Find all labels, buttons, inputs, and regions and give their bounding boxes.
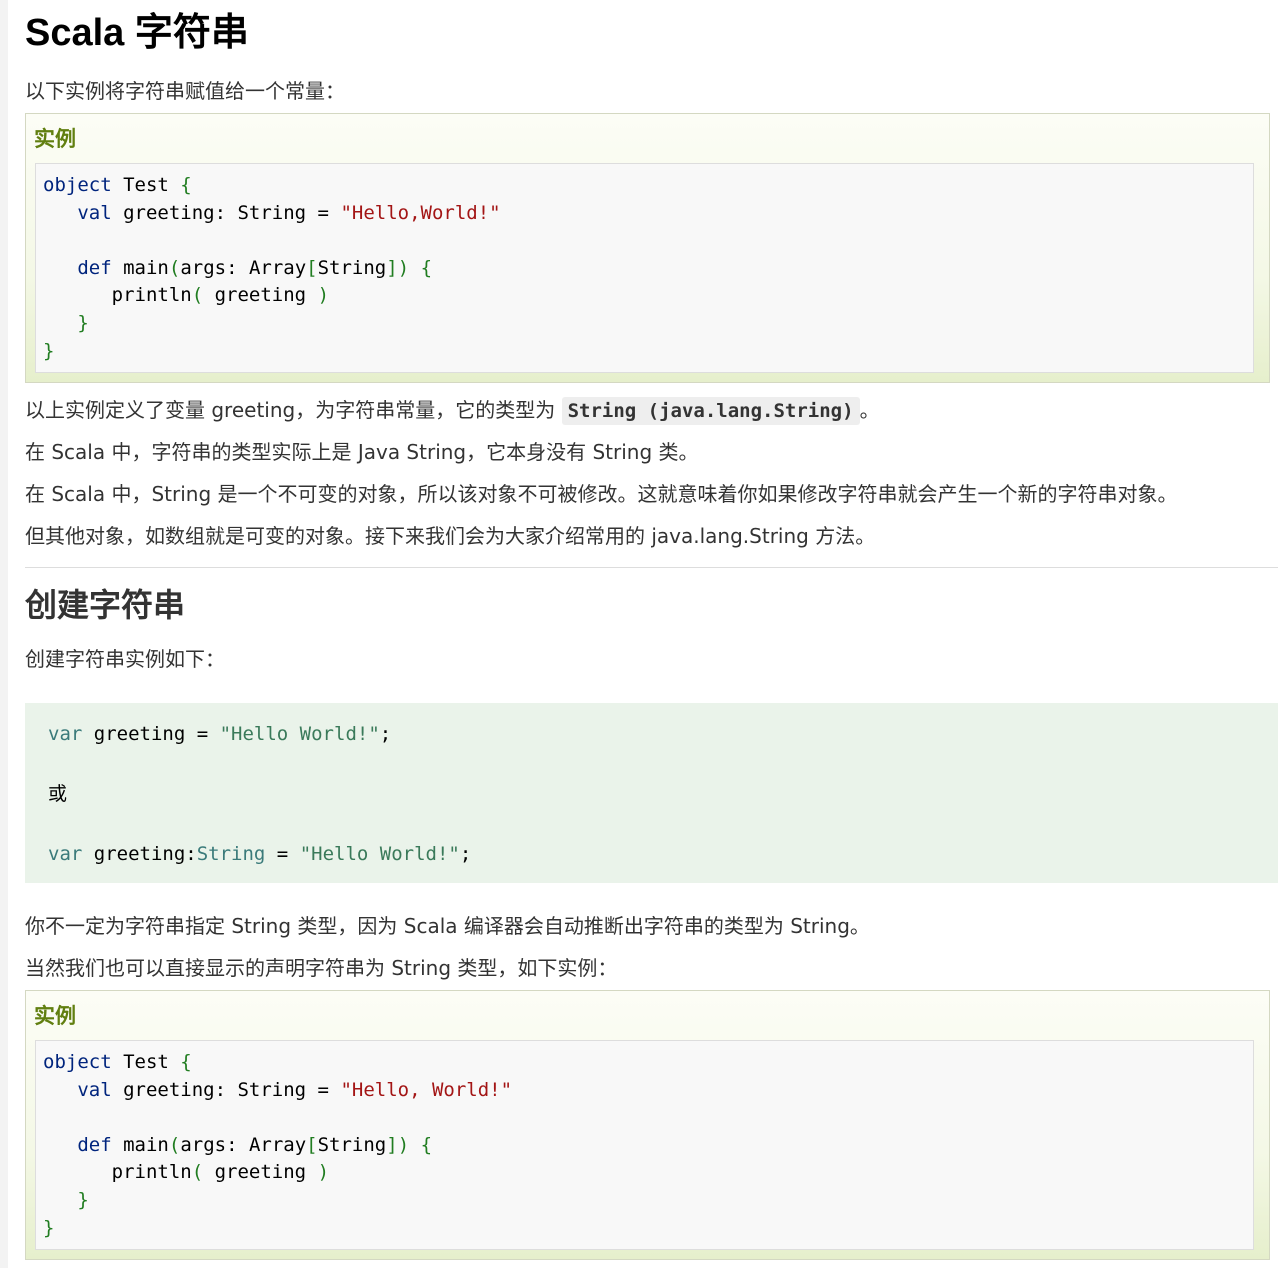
- code-keyword: object: [43, 174, 112, 196]
- code-text: object Test { val greeting: String = "He…: [43, 174, 501, 362]
- create-string-intro: 创建字符串实例如下：: [25, 647, 225, 671]
- code-string: "Hello,World!": [340, 201, 501, 224]
- paragraph-java-string: 在 Scala 中，字符串的类型实际上是 Java String，它本身没有 S…: [25, 440, 699, 464]
- paragraph-mutable: 但其他对象，如数组就是可变的对象。接下来我们会为大家介绍常用的 java.lan…: [25, 524, 876, 548]
- paragraph-immutable: 在 Scala 中，String 是一个不可变的对象，所以该对象不可被修改。这就…: [25, 482, 1178, 506]
- code-block[interactable]: object Test { val greeting: String = "He…: [35, 1040, 1254, 1250]
- page-title: Scala 字符串: [25, 12, 249, 54]
- paragraph-type-info: 以上实例定义了变量 greeting，为字符串常量，它的类型为 String (…: [25, 396, 880, 425]
- inline-code-string-type: String (java.lang.String): [561, 397, 860, 425]
- create-string-code-block[interactable]: var greeting = "Hello World!"; 或 var gre…: [25, 703, 1278, 883]
- example-block-1: 实例 object Test { val greeting: String = …: [25, 113, 1270, 383]
- left-sidebar-edge: [0, 0, 8, 1268]
- paragraph-explicit-type: 当然我们也可以直接显示的声明字符串为 String 类型，如下实例：: [25, 956, 618, 980]
- code-text: object Test { val greeting: String = "He…: [43, 1051, 513, 1239]
- code-block[interactable]: object Test { val greeting: String = "He…: [35, 163, 1254, 373]
- create-string-code: var greeting = "Hello World!"; 或 var gre…: [48, 723, 472, 865]
- intro-paragraph: 以下实例将字符串赋值给一个常量：: [25, 79, 345, 103]
- example-title: 实例: [34, 1004, 76, 1028]
- example-title: 实例: [34, 127, 76, 151]
- code-string: "Hello, World!": [340, 1078, 513, 1101]
- paragraph-type-inference: 你不一定为字符串指定 String 类型，因为 Scala 编译器会自动推断出字…: [25, 914, 870, 938]
- example-block-2: 实例 object Test { val greeting: String = …: [25, 990, 1270, 1260]
- section-heading-create-string: 创建字符串: [25, 586, 186, 624]
- section-divider: [25, 567, 1278, 568]
